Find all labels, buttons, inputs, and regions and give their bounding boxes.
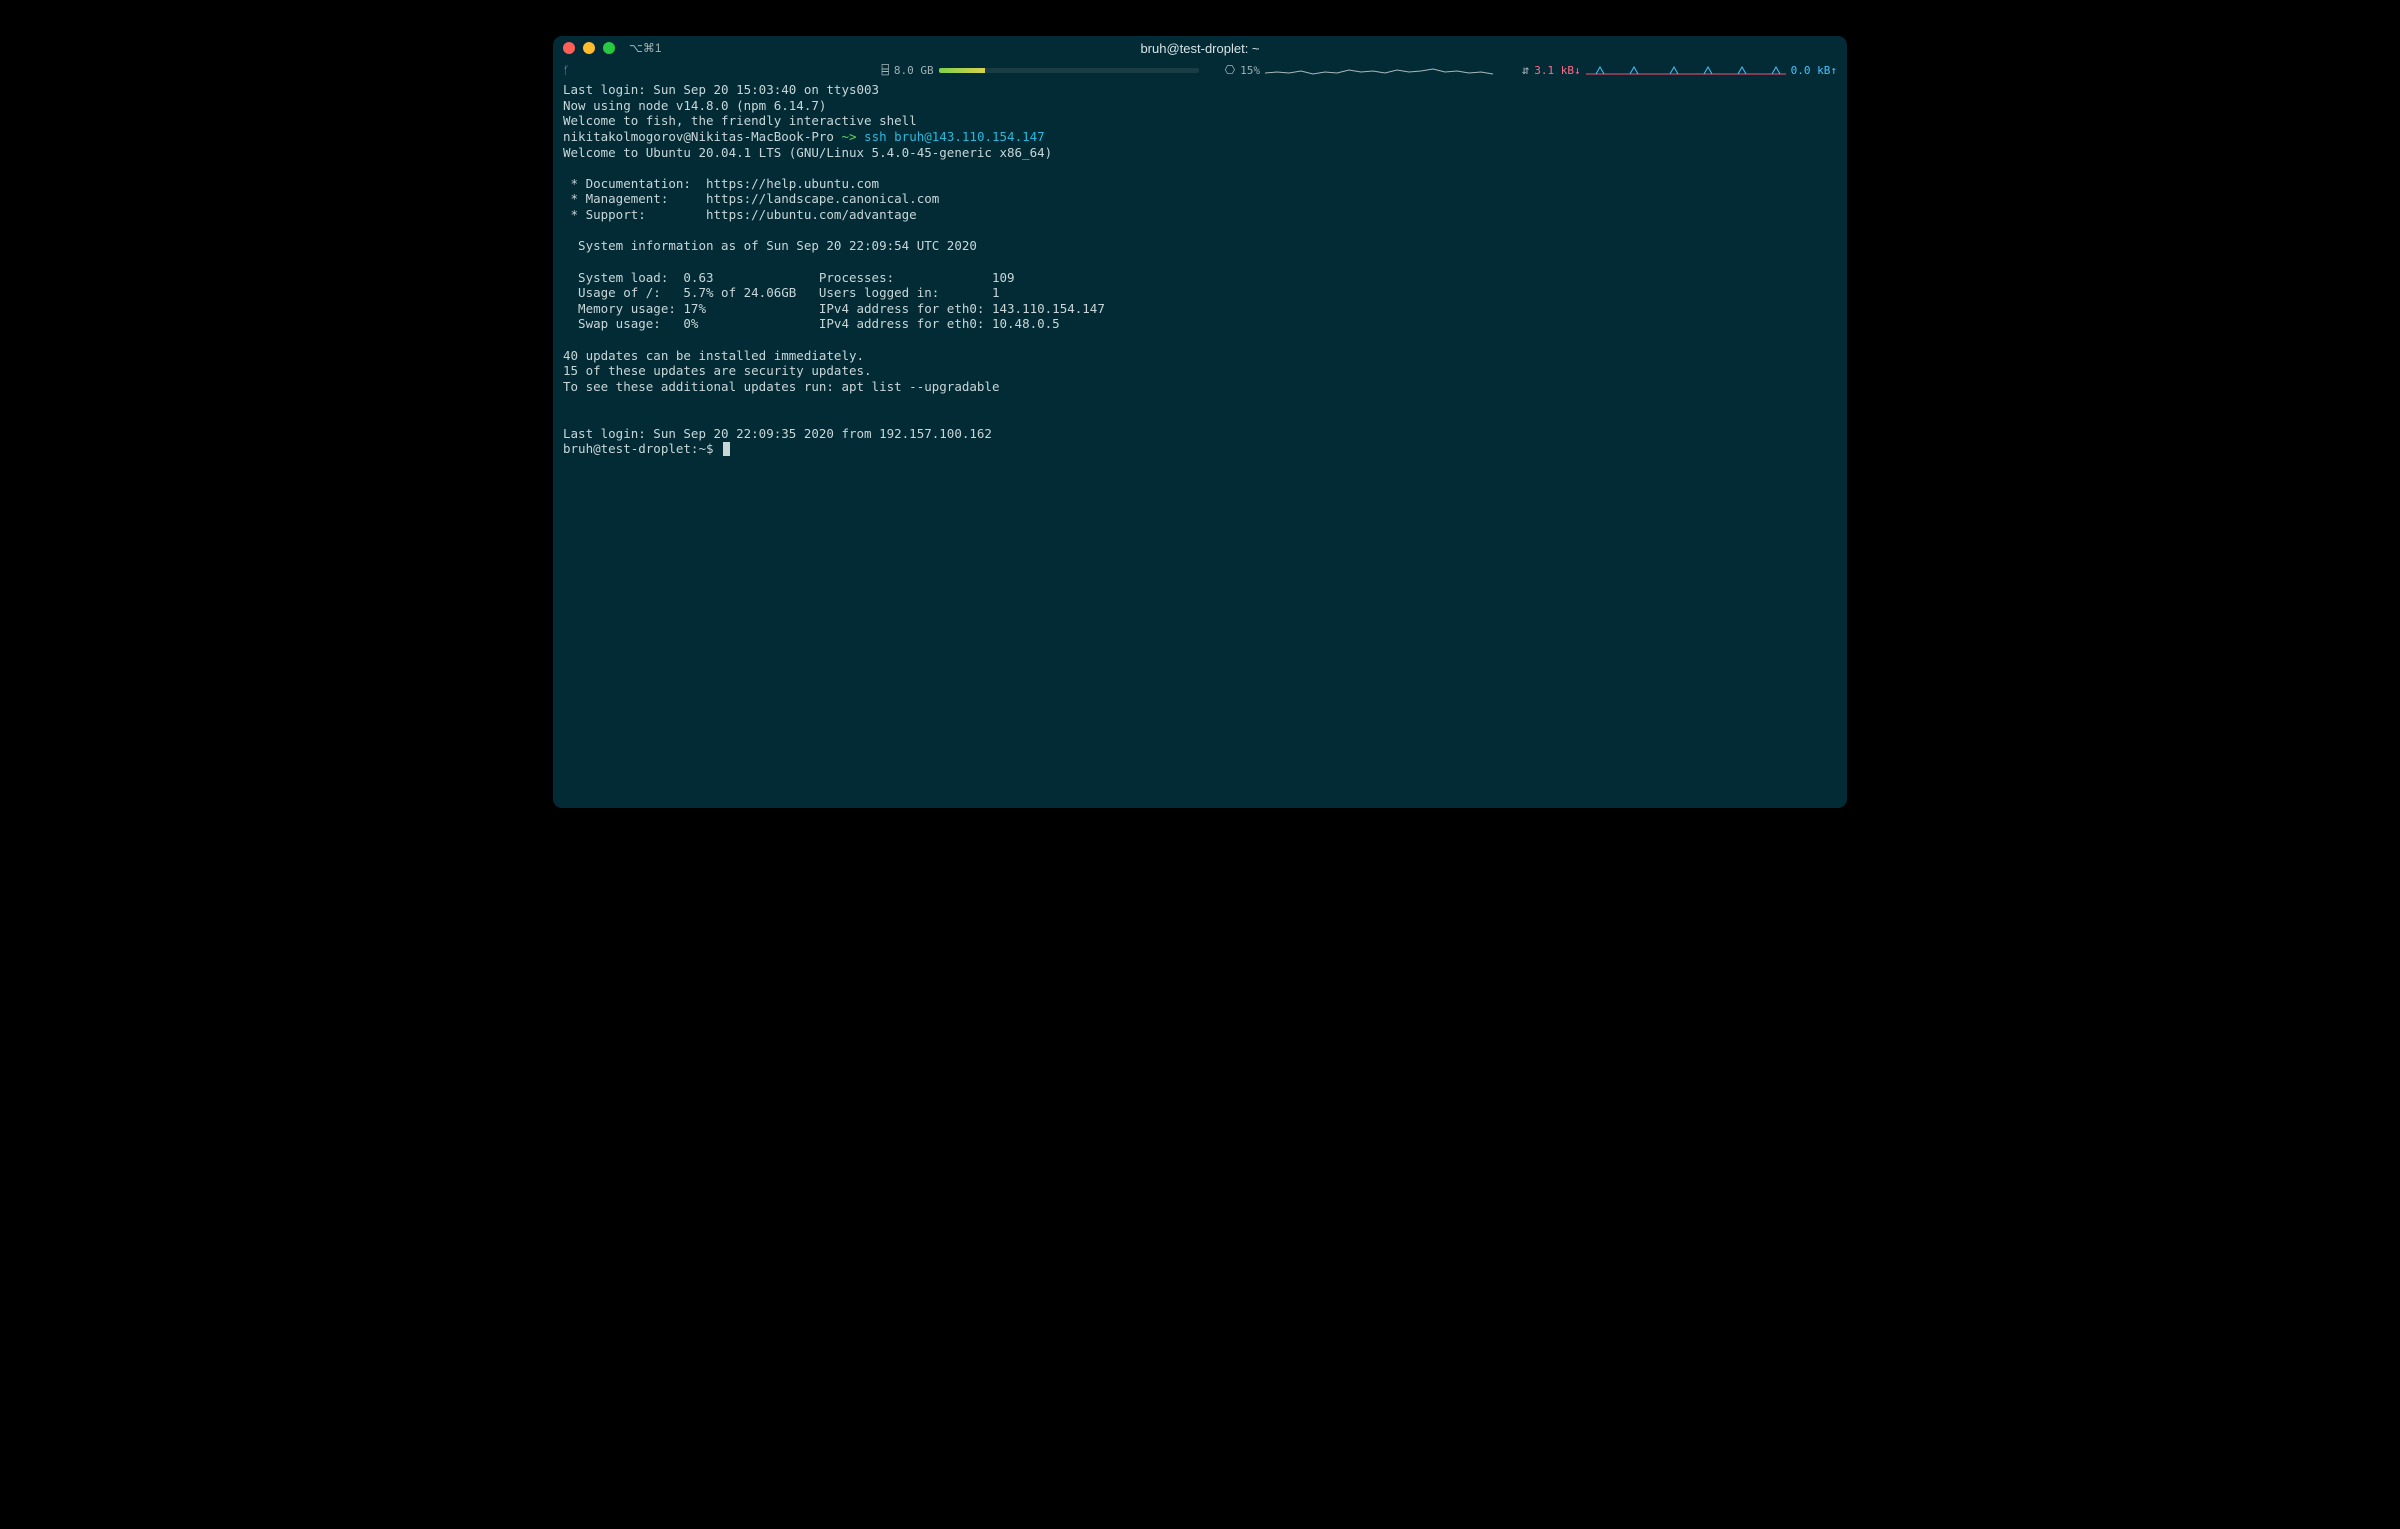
cpu-icon: ⎔ <box>1225 63 1235 77</box>
cursor <box>723 442 730 456</box>
prompt-argument: bruh@143.110.154.147 <box>894 129 1045 144</box>
titlebar: ⌥⌘1 bruh@test-droplet: ~ <box>553 36 1847 60</box>
traffic-lights <box>563 42 615 54</box>
net-sparkline <box>1586 63 1786 77</box>
terminal-line: To see these additional updates run: apt… <box>563 379 1000 394</box>
network-icon: ⇵ <box>1522 63 1529 77</box>
memory-bar <box>939 68 1199 73</box>
remote-prompt-line: bruh@test-droplet:~$ <box>563 441 730 456</box>
terminal-line: * Management: https://landscape.canonica… <box>563 191 939 206</box>
status-bar: ᚶ ⌸ 8.0 GB ⎔ 15% ⇵ 3.1 kB↓ <box>553 60 1847 80</box>
terminal-line: Last login: Sun Sep 20 15:03:40 on ttys0… <box>563 82 879 97</box>
cpu-sparkline <box>1265 63 1495 77</box>
terminal-line: Last login: Sun Sep 20 22:09:35 2020 fro… <box>563 426 992 441</box>
terminal-line: Usage of /: 5.7% of 24.06GB Users logged… <box>563 285 1000 300</box>
network-segment: ⇵ 3.1 kB↓ 0.0 kB↑ <box>1522 63 1837 77</box>
terminal-line: Now using node v14.8.0 (npm 6.14.7) <box>563 98 826 113</box>
tab-shortcut-label: ⌥⌘1 <box>629 41 662 55</box>
terminal-line: Swap usage: 0% IPv4 address for eth0: 10… <box>563 316 1060 331</box>
remote-prompt-dollar: $ <box>706 441 721 456</box>
terminal-line: System load: 0.63 Processes: 109 <box>563 270 1015 285</box>
cpu-value: 15% <box>1240 64 1260 77</box>
minimize-button[interactable] <box>583 42 595 54</box>
terminal-line: * Documentation: https://help.ubuntu.com <box>563 176 879 191</box>
local-prompt-line: nikitakolmogorov@Nikitas-MacBook-Pro ~> … <box>563 129 1045 144</box>
net-up-value: 0.0 kB↑ <box>1791 64 1837 77</box>
prompt-host: nikitakolmogorov@Nikitas-MacBook-Pro <box>563 129 834 144</box>
terminal-line: System information as of Sun Sep 20 22:0… <box>563 238 977 253</box>
terminal-line: Memory usage: 17% IPv4 address for eth0:… <box>563 301 1105 316</box>
terminal-line: 40 updates can be installed immediately. <box>563 348 864 363</box>
remote-prompt-host: bruh@test-droplet: <box>563 441 698 456</box>
zoom-button[interactable] <box>603 42 615 54</box>
memory-segment: ⌸ 8.0 GB <box>882 63 1199 77</box>
remote-prompt-tilde: ~ <box>698 441 706 456</box>
prompt-tilde: ~> <box>834 129 864 144</box>
terminal-line: Welcome to fish, the friendly interactiv… <box>563 113 917 128</box>
git-branch-icon: ᚶ <box>563 64 570 77</box>
terminal-output[interactable]: Last login: Sun Sep 20 15:03:40 on ttys0… <box>553 80 1847 808</box>
window-title: bruh@test-droplet: ~ <box>553 41 1847 56</box>
terminal-line: * Support: https://ubuntu.com/advantage <box>563 207 917 222</box>
prompt-command: ssh <box>864 129 894 144</box>
memory-value: 8.0 GB <box>894 64 934 77</box>
terminal-line: 15 of these updates are security updates… <box>563 363 872 378</box>
memory-icon: ⌸ <box>882 63 889 77</box>
close-button[interactable] <box>563 42 575 54</box>
cpu-segment: ⎔ 15% <box>1225 63 1495 77</box>
memory-bar-fill <box>939 68 986 73</box>
net-down-value: 3.1 kB↓ <box>1534 64 1580 77</box>
terminal-window: ⌥⌘1 bruh@test-droplet: ~ ᚶ ⌸ 8.0 GB ⎔ 15… <box>553 36 1847 808</box>
terminal-line: Welcome to Ubuntu 20.04.1 LTS (GNU/Linux… <box>563 145 1052 160</box>
